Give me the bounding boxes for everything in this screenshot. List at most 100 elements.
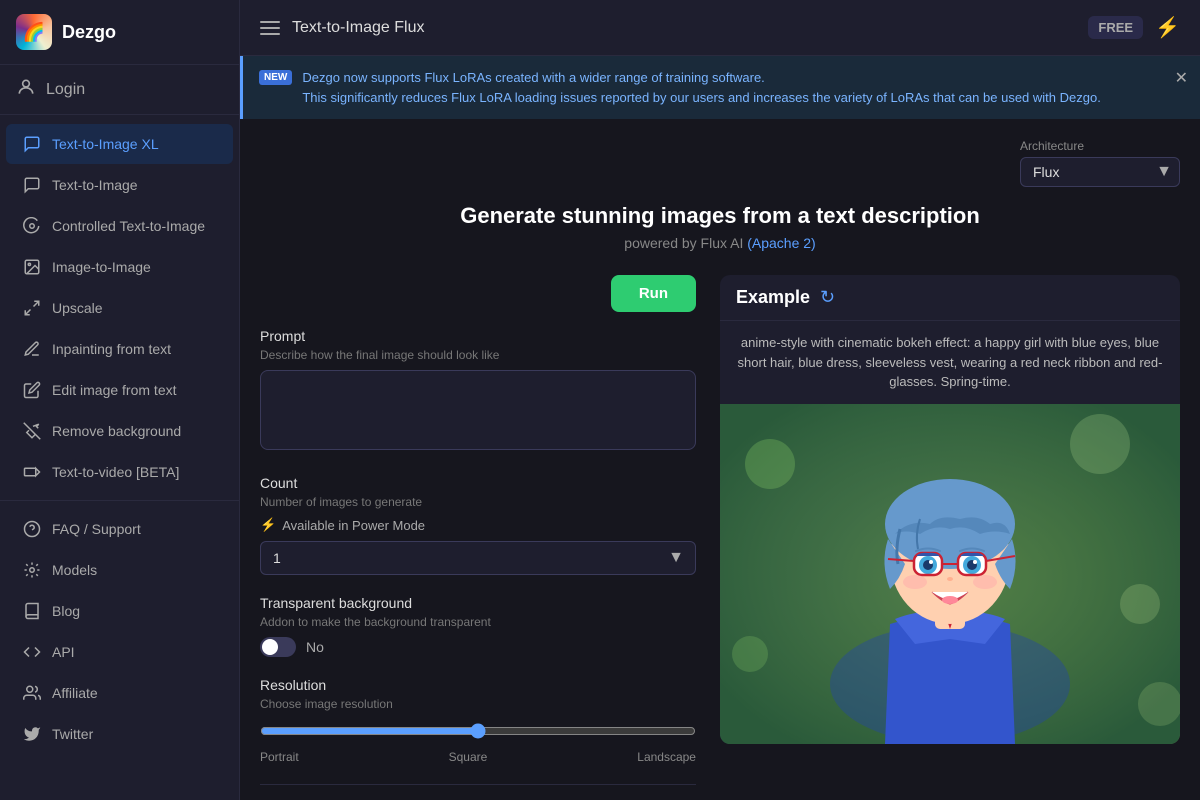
prompt-section: Prompt Describe how the final image shou… (260, 328, 696, 455)
sidebar-divider (0, 500, 239, 501)
prompt-label: Prompt (260, 328, 696, 344)
main-subtitle: powered by Flux AI (Apache 2) (260, 235, 1180, 251)
sidebar-item-label: Upscale (52, 300, 103, 316)
sidebar-item-api[interactable]: API (6, 632, 233, 672)
sidebar-nav: Text-to-Image XL Text-to-Image Controlle… (0, 115, 239, 800)
transparent-bg-section: Transparent background Addon to make the… (260, 595, 696, 657)
example-header: Example ↻ (720, 275, 1180, 321)
power-mode-text: Available in Power Mode (282, 518, 425, 533)
resolution-landscape: Landscape (637, 750, 696, 764)
sidebar-item-text-to-image-xl[interactable]: Text-to-Image XL (6, 124, 233, 164)
image-icon (22, 257, 42, 277)
toggle-row: No (260, 637, 696, 657)
menu-button[interactable] (260, 21, 280, 35)
transparent-bg-toggle[interactable] (260, 637, 296, 657)
example-text: anime-style with cinematic bokeh effect:… (720, 321, 1180, 404)
run-button[interactable]: Run (611, 275, 696, 312)
sidebar-item-faq[interactable]: FAQ / Support (6, 509, 233, 549)
prompt-sublabel: Describe how the final image should look… (260, 348, 696, 362)
chat-icon (22, 134, 42, 154)
count-section: Count Number of images to generate ⚡ Ava… (260, 475, 696, 575)
sidebar-item-blog[interactable]: Blog (6, 591, 233, 631)
sidebar-item-label: Inpainting from text (52, 341, 171, 357)
models-icon (22, 560, 42, 580)
sidebar-item-edit-image[interactable]: Edit image from text (6, 370, 233, 410)
bolt-icon[interactable]: ⚡ (1155, 15, 1180, 40)
sidebar-item-label: Affiliate (52, 685, 98, 701)
example-panel: Example ↻ anime-style with cinematic bok… (720, 275, 1180, 744)
resolution-slider-row: Portrait Square Landscape (260, 723, 696, 764)
new-badge: NEW (259, 70, 292, 85)
sidebar-item-label: Blog (52, 603, 80, 619)
chat2-icon (22, 175, 42, 195)
sidebar-item-remove-bg[interactable]: Remove background (6, 411, 233, 451)
apache-link[interactable]: (Apache 2) (747, 235, 815, 251)
resolution-slider[interactable] (260, 723, 696, 739)
free-badge: FREE (1088, 16, 1143, 39)
sidebar-item-text-to-image[interactable]: Text-to-Image (6, 165, 233, 205)
sidebar-item-text-to-video[interactable]: Text-to-video [BETA] (6, 452, 233, 492)
refresh-icon[interactable]: ↻ (820, 287, 835, 308)
sidebar-item-label: Twitter (52, 726, 93, 742)
topbar-left: Text-to-Image Flux (260, 19, 424, 37)
upscale-icon (22, 298, 42, 318)
example-title: Example (736, 287, 810, 308)
power-bolt-icon: ⚡ (260, 517, 276, 533)
arch-label: Architecture (1020, 139, 1180, 153)
close-banner-button[interactable]: ✕ (1175, 68, 1188, 88)
toggle-knob (262, 639, 278, 655)
sidebar-item-label: API (52, 644, 75, 660)
controlled-icon (22, 216, 42, 236)
power-mode-row: ⚡ Available in Power Mode (260, 517, 696, 533)
sidebar-item-label: Models (52, 562, 97, 578)
topbar-right: FREE ⚡ (1088, 15, 1180, 40)
main-title: Generate stunning images from a text des… (260, 203, 1180, 229)
sidebar-item-label: Controlled Text-to-Image (52, 218, 205, 234)
example-image (720, 404, 1180, 744)
sidebar-item-inpainting[interactable]: Inpainting from text (6, 329, 233, 369)
sidebar-item-image-to-image[interactable]: Image-to-Image (6, 247, 233, 287)
arch-select[interactable]: Flux SDXL SD 1.5 (1020, 157, 1180, 187)
right-col: Example ↻ anime-style with cinematic bok… (720, 275, 1180, 800)
resolution-sublabel: Choose image resolution (260, 697, 696, 711)
more-options-row[interactable]: More options ▾ (260, 784, 696, 800)
blog-icon (22, 601, 42, 621)
run-btn-row: Run (260, 275, 696, 312)
sidebar-item-affiliate[interactable]: Affiliate (6, 673, 233, 713)
count-select[interactable]: 1 2 4 (260, 541, 696, 575)
sidebar-item-label: Text-to-Image (52, 177, 138, 193)
resolution-section: Resolution Choose image resolution Portr… (260, 677, 696, 764)
sidebar-item-label: Image-to-Image (52, 259, 151, 275)
transparent-bg-sublabel: Addon to make the background transparent (260, 615, 696, 629)
resolution-label: Resolution (260, 677, 696, 693)
video-icon (22, 462, 42, 482)
app-name: Dezgo (62, 22, 116, 43)
resolution-labels: Portrait Square Landscape (260, 750, 696, 764)
left-col: Run Prompt Describe how the final image … (260, 275, 696, 800)
affiliate-icon (22, 683, 42, 703)
twitter-icon (22, 724, 42, 744)
app-logo-icon: 🌈 (16, 14, 52, 50)
faq-icon (22, 519, 42, 539)
sidebar-item-models[interactable]: Models (6, 550, 233, 590)
sidebar-item-twitter[interactable]: Twitter (6, 714, 233, 754)
notification-text: Dezgo now supports Flux LoRAs created wi… (302, 68, 1100, 107)
transparent-bg-label: Transparent background (260, 595, 696, 611)
sidebar-item-upscale[interactable]: Upscale (6, 288, 233, 328)
sidebar-item-label: Text-to-Image XL (52, 136, 159, 152)
count-sublabel: Number of images to generate (260, 495, 696, 509)
prompt-input[interactable] (260, 370, 696, 450)
sidebar-item-label: Remove background (52, 423, 181, 439)
count-label: Count (260, 475, 696, 491)
login-button[interactable]: Login (0, 65, 239, 115)
topbar: Text-to-Image Flux FREE ⚡ (240, 0, 1200, 56)
content-area: Architecture Flux SDXL SD 1.5 ▼ Generate… (240, 119, 1200, 800)
sidebar-item-label: Edit image from text (52, 382, 177, 398)
notification-banner: NEW Dezgo now supports Flux LoRAs create… (240, 56, 1200, 119)
resolution-square: Square (449, 750, 488, 764)
notification-line2: This significantly reduces Flux LoRA loa… (302, 88, 1100, 108)
sidebar-item-controlled[interactable]: Controlled Text-to-Image (6, 206, 233, 246)
sidebar-logo: 🌈 Dezgo (0, 0, 239, 65)
user-icon (16, 77, 36, 102)
notification-line1: Dezgo now supports Flux LoRAs created wi… (302, 68, 1100, 88)
